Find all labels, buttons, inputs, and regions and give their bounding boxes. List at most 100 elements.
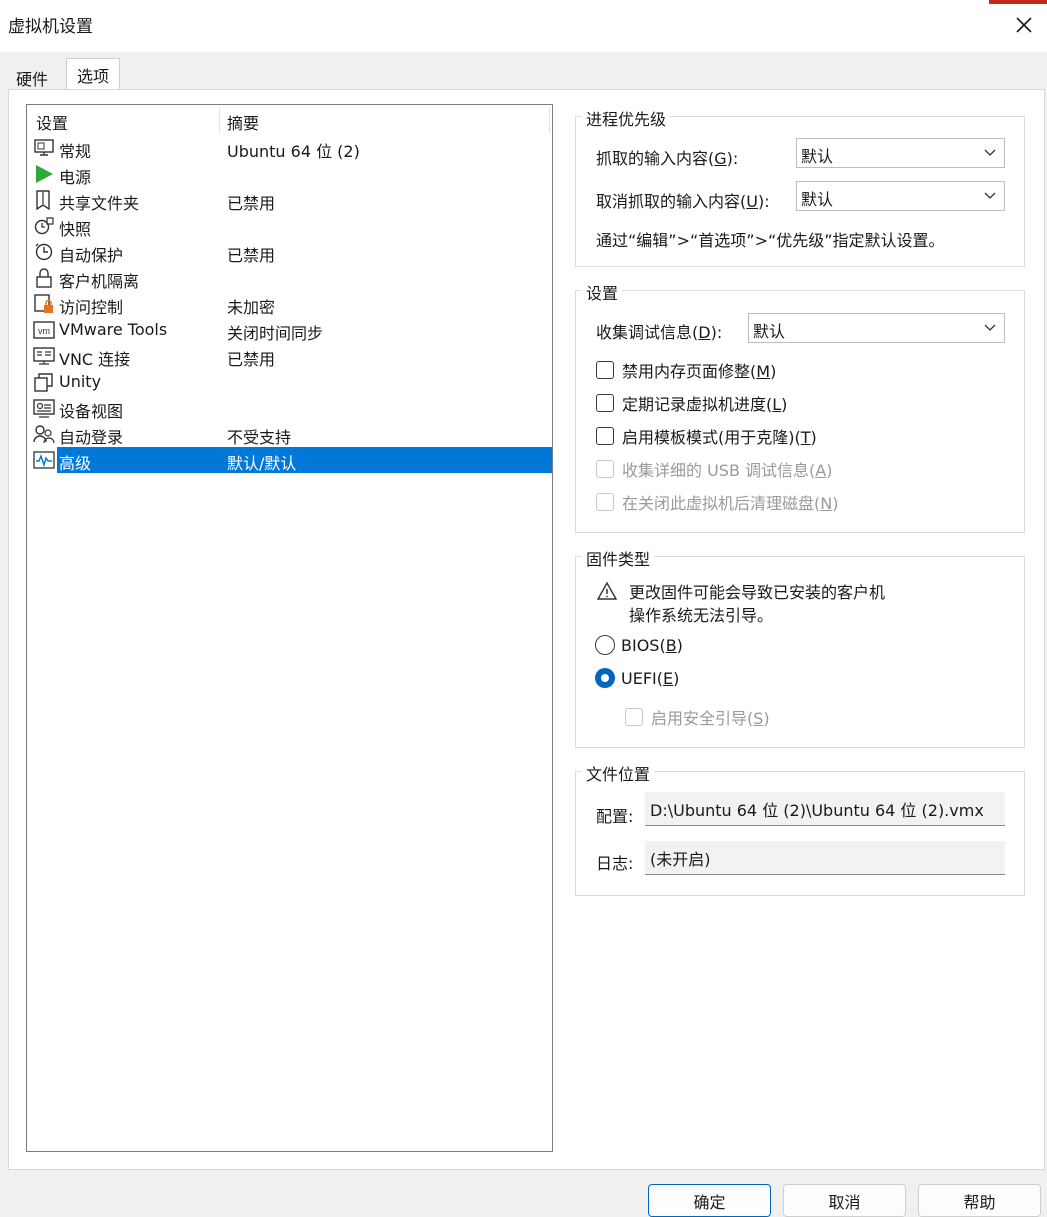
tab-options[interactable]: 选项 bbox=[66, 58, 121, 92]
label-text: UEFI( bbox=[621, 668, 663, 688]
column-divider[interactable] bbox=[219, 107, 220, 133]
list-item-autologin[interactable]: 自动登录 不受支持 bbox=[27, 421, 552, 447]
checkbox-box bbox=[596, 394, 614, 412]
label-text: 在关闭此虚拟机后清理磁盘( bbox=[622, 494, 821, 513]
warning-icon bbox=[596, 581, 618, 600]
list-item-device-view[interactable]: 设备视图 bbox=[27, 395, 552, 421]
list-item-guest-isolation[interactable]: 客户机隔离 bbox=[27, 265, 552, 291]
settings-list[interactable]: 设置 摘要 常规 Ubuntu 64 位 (2) 电源 共享文件夹 已禁用 快照… bbox=[26, 104, 553, 1152]
radio-circle bbox=[595, 668, 615, 688]
firmware-warning-line1: 更改固件可能会导致已安装的客户机 bbox=[629, 583, 886, 602]
list-item-unity[interactable]: Unity bbox=[27, 369, 552, 395]
list-item-snapshots[interactable]: 快照 bbox=[27, 213, 552, 239]
clock-icon bbox=[33, 242, 55, 262]
column-header-summary[interactable]: 摘要 bbox=[227, 110, 259, 134]
select-value: 默认 bbox=[753, 322, 786, 341]
checkbox-label: 定期记录虚拟机进度(L) bbox=[622, 391, 787, 415]
list-item-name: 客户机隔离 bbox=[59, 272, 140, 291]
ungrabbed-input-label: 取消抓取的输入内容(U): bbox=[596, 188, 770, 212]
file-location-group: 文件位置 配置: D:\Ubuntu 64 位 (2)\Ubuntu 64 位 … bbox=[575, 761, 1025, 896]
label-suffix: ) bbox=[832, 494, 839, 513]
config-path-field[interactable]: D:\Ubuntu 64 位 (2)\Ubuntu 64 位 (2).vmx bbox=[645, 792, 1005, 826]
label-suffix: ) bbox=[810, 428, 817, 447]
monitor-icon bbox=[33, 138, 55, 158]
ok-button[interactable]: 确定 bbox=[648, 1184, 771, 1217]
power-play-icon bbox=[33, 164, 55, 184]
vm-icon: vm bbox=[33, 320, 55, 340]
label-text: 禁用内存页面修整( bbox=[622, 362, 757, 381]
label-text: 启用安全引导( bbox=[651, 709, 754, 728]
list-item-name: 自动保护 bbox=[59, 246, 124, 265]
select-value: 默认 bbox=[801, 190, 834, 209]
label-text: 抓取的输入内容( bbox=[596, 149, 715, 168]
list-item-name: 设备视图 bbox=[59, 402, 124, 421]
close-icon bbox=[1016, 17, 1032, 33]
debug-info-select[interactable]: 默认 bbox=[748, 313, 1005, 343]
list-item-name: 自动登录 bbox=[59, 428, 124, 447]
list-item-autoprotect[interactable]: 自动保护 已禁用 bbox=[27, 239, 552, 265]
list-item-vnc[interactable]: VNC 连接 已禁用 bbox=[27, 343, 552, 369]
label-suffix: ) bbox=[826, 461, 833, 480]
label-suffix: ) bbox=[770, 362, 777, 381]
firmware-group: 固件类型 更改固件可能会导致已安装的客户机 操作系统无法引导。 BIOS(B) … bbox=[575, 546, 1025, 748]
shared-folder-icon bbox=[33, 190, 55, 210]
uefi-radio[interactable]: UEFI(E) bbox=[595, 668, 679, 688]
list-item-general[interactable]: 常规 Ubuntu 64 位 (2) bbox=[27, 135, 552, 161]
priority-note: 通过“编辑”>“首选项”>“优先级”指定默认设置。 bbox=[596, 231, 945, 250]
window-title: 虚拟机设置 bbox=[8, 17, 93, 37]
list-item-name: Unity bbox=[59, 372, 102, 391]
list-item-name: VMware Tools bbox=[59, 320, 168, 339]
ungrabbed-input-select[interactable]: 默认 bbox=[796, 181, 1005, 211]
label-text: BIOS( bbox=[621, 635, 666, 655]
column-divider[interactable] bbox=[549, 107, 550, 133]
device-view-icon bbox=[33, 398, 55, 418]
list-item-summary: Ubuntu 64 位 (2) bbox=[227, 142, 360, 161]
checkbox-label: 启用安全引导(S) bbox=[651, 705, 770, 729]
radio-circle bbox=[595, 635, 615, 655]
checkbox-box bbox=[596, 427, 614, 445]
label-suffix: ) bbox=[673, 668, 680, 688]
vnc-icon bbox=[33, 346, 55, 366]
list-item-power[interactable]: 电源 bbox=[27, 161, 552, 187]
log-path-field[interactable]: (未开启) bbox=[645, 841, 1005, 875]
select-value: 默认 bbox=[801, 147, 834, 166]
list-item-advanced[interactable]: 高级 默认/默认 bbox=[27, 447, 552, 473]
list-item-summary: 已禁用 bbox=[227, 246, 276, 265]
cancel-button[interactable]: 取消 bbox=[783, 1184, 906, 1217]
tab-hardware[interactable]: 硬件 bbox=[8, 62, 56, 92]
close-button[interactable] bbox=[1007, 8, 1041, 42]
settings-group-title: 设置 bbox=[582, 280, 623, 304]
access-key: M bbox=[756, 362, 771, 381]
access-key: N bbox=[820, 494, 833, 513]
grabbed-input-select[interactable]: 默认 bbox=[796, 138, 1005, 168]
bios-radio[interactable]: BIOS(B) bbox=[595, 635, 683, 655]
disable-memory-trim-checkbox[interactable]: 禁用内存页面修整(M) bbox=[596, 358, 776, 382]
secure-boot-checkbox[interactable]: 启用安全引导(S) bbox=[625, 705, 770, 729]
access-key: T bbox=[800, 428, 811, 447]
template-mode-checkbox[interactable]: 启用模板模式(用于克隆)(T) bbox=[596, 424, 817, 448]
log-progress-checkbox[interactable]: 定期记录虚拟机进度(L) bbox=[596, 391, 787, 415]
settings-group: 设置 收集调试信息(D): 默认 禁用内存页面修整(M) 定期记录虚拟机进度(L… bbox=[575, 280, 1025, 533]
tab-bar: 硬件 选项 bbox=[0, 52, 1047, 92]
label-text: 收集详细的 USB 调试信息( bbox=[622, 461, 816, 480]
list-item-name: 高级 bbox=[59, 454, 92, 473]
clean-disks-checkbox[interactable]: 在关闭此虚拟机后清理磁盘(N) bbox=[596, 490, 838, 514]
svg-text:vm: vm bbox=[38, 326, 50, 336]
chevron-down-icon bbox=[984, 324, 996, 331]
access-key: S bbox=[753, 709, 764, 728]
checkbox-box bbox=[596, 493, 614, 511]
radio-label: UEFI(E) bbox=[621, 669, 679, 688]
list-item-vmware-tools[interactable]: vm VMware Tools 关闭时间同步 bbox=[27, 317, 552, 343]
label-suffix: ) bbox=[676, 635, 683, 655]
list-item-summary: 已禁用 bbox=[227, 350, 276, 369]
column-header-setting[interactable]: 设置 bbox=[36, 110, 68, 134]
list-item-summary: 已禁用 bbox=[227, 194, 276, 213]
chevron-down-icon bbox=[984, 192, 996, 199]
users-icon bbox=[33, 424, 55, 444]
list-item-access-control[interactable]: 访问控制 未加密 bbox=[27, 291, 552, 317]
list-item-shared-folders[interactable]: 共享文件夹 已禁用 bbox=[27, 187, 552, 213]
help-button[interactable]: 帮助 bbox=[918, 1184, 1041, 1217]
log-label: 日志: bbox=[596, 854, 634, 873]
lock-icon bbox=[33, 268, 55, 288]
usb-debug-checkbox[interactable]: 收集详细的 USB 调试信息(A) bbox=[596, 457, 832, 481]
